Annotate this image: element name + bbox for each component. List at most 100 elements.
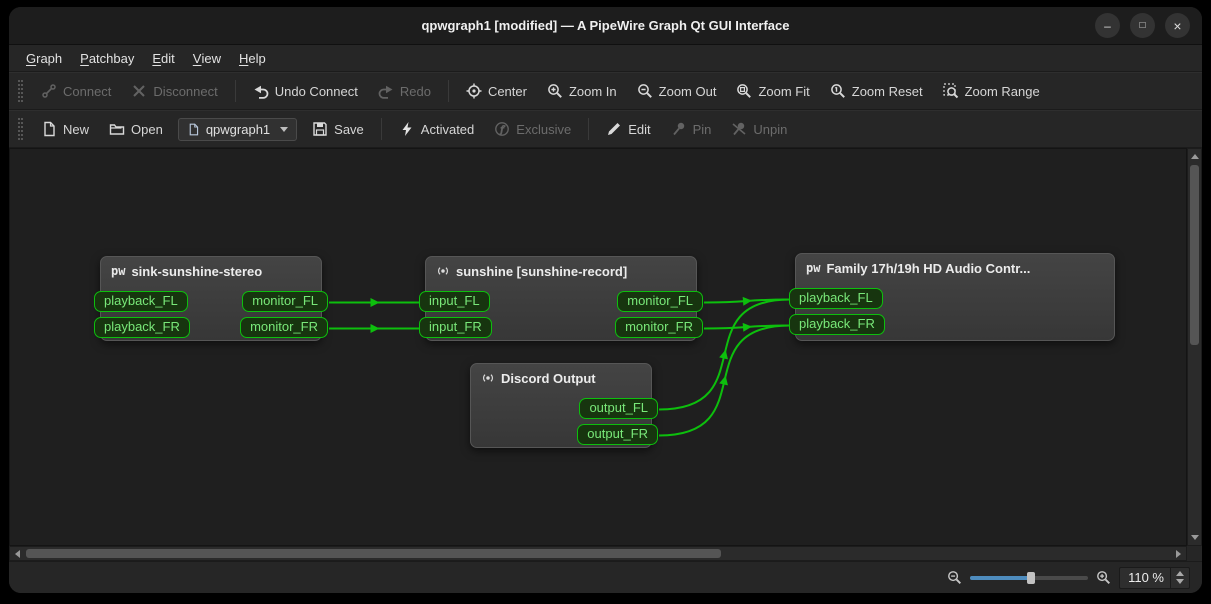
toolbar-drag-handle[interactable]: [18, 80, 23, 102]
dropdown-caret-icon: [280, 127, 288, 132]
zoom-out-button[interactable]: Zoom Out: [628, 78, 726, 104]
port-output[interactable]: output_FR: [577, 424, 658, 445]
zoom-slider[interactable]: [970, 570, 1088, 586]
graph-canvas[interactable]: pw sink-sunshine-stereo playback_FL play…: [9, 148, 1187, 546]
horizontal-scroll-thumb[interactable]: [26, 549, 721, 558]
zoom-in-label: Zoom In: [569, 84, 617, 99]
pipewire-icon: pw: [111, 264, 125, 278]
pin-label: Pin: [693, 122, 712, 137]
scroll-right-icon[interactable]: [1176, 550, 1181, 558]
center-button[interactable]: Center: [457, 78, 536, 104]
redo-label: Redo: [400, 84, 431, 99]
menu-edit[interactable]: Edit: [143, 45, 183, 71]
node-header: pw sink-sunshine-stereo: [101, 257, 321, 285]
edit-toggle[interactable]: Edit: [597, 116, 659, 142]
port-input[interactable]: playback_FR: [94, 317, 190, 338]
scroll-left-icon[interactable]: [15, 550, 20, 558]
new-patchbay-button[interactable]: New: [32, 116, 98, 142]
exclusive-icon: f: [494, 121, 510, 137]
port-input[interactable]: playback_FL: [789, 288, 883, 309]
menu-view[interactable]: View: [184, 45, 230, 71]
node-sunshine-record[interactable]: sunshine [sunshine-record] input_FL inpu…: [425, 256, 697, 341]
spin-up-icon[interactable]: [1176, 571, 1184, 576]
close-icon: ×: [1173, 19, 1181, 33]
record-icon: [481, 371, 495, 385]
activated-label: Activated: [421, 122, 474, 137]
menu-help-label-rest: elp: [248, 51, 265, 66]
activated-toggle[interactable]: Activated: [390, 116, 483, 142]
maximize-button[interactable]: □: [1130, 13, 1155, 38]
menu-edit-label: E: [152, 51, 161, 66]
menubar: Graph Patchbay Edit View Help: [9, 45, 1202, 72]
port-output[interactable]: monitor_FR: [240, 317, 328, 338]
exclusive-toggle[interactable]: f Exclusive: [485, 116, 580, 142]
patchbay-select-value: qpwgraph1: [206, 122, 270, 137]
zoom-fit-icon: [736, 83, 752, 99]
zoom-reset-button[interactable]: Zoom Reset: [821, 78, 932, 104]
pin-button[interactable]: Pin: [662, 116, 721, 142]
node-title: sunshine [sunshine-record]: [456, 264, 627, 279]
node-ports: playback_FL playback_FR monitor_FL monit…: [101, 285, 321, 338]
save-patchbay-button[interactable]: Save: [303, 116, 373, 142]
toolbar-drag-handle[interactable]: [18, 118, 23, 140]
zoom-range-button[interactable]: Zoom Range: [934, 78, 1049, 104]
node-ports: output_FL output_FR: [471, 392, 651, 445]
node-title: Family 17h/19h HD Audio Contr...: [826, 261, 1030, 276]
port-input[interactable]: playback_FL: [94, 291, 188, 312]
port-output[interactable]: monitor_FR: [615, 317, 703, 338]
undo-connect-label: Undo Connect: [275, 84, 358, 99]
zoom-out-icon: [637, 83, 653, 99]
menu-graph[interactable]: Graph: [17, 45, 71, 71]
node-sink-sunshine-stereo[interactable]: pw sink-sunshine-stereo playback_FL play…: [100, 256, 322, 341]
menu-patchbay[interactable]: Patchbay: [71, 45, 143, 71]
zoom-fit-label: Zoom Fit: [758, 84, 809, 99]
menu-view-label-rest: iew: [201, 51, 221, 66]
zoom-slider-handle[interactable]: [1027, 572, 1035, 584]
node-family-hd-audio[interactable]: pw Family 17h/19h HD Audio Contr... play…: [795, 253, 1115, 341]
zoom-reset-icon: [830, 83, 846, 99]
port-input[interactable]: input_FL: [419, 291, 490, 312]
edit-pencil-icon: [606, 121, 622, 137]
open-label: Open: [131, 122, 163, 137]
disconnect-button[interactable]: Disconnect: [122, 78, 226, 104]
new-label: New: [63, 122, 89, 137]
redo-icon: [378, 83, 394, 99]
svg-text:f: f: [500, 125, 506, 135]
unpin-button[interactable]: Unpin: [722, 116, 796, 142]
zoom-slider-fill: [970, 576, 1031, 580]
zoom-spinbox[interactable]: 110 %: [1119, 567, 1190, 589]
minimize-button[interactable]: –: [1095, 13, 1120, 38]
connection-cables: [10, 149, 1186, 545]
zoom-value: 110 %: [1128, 570, 1164, 585]
activated-lightning-icon: [399, 121, 415, 137]
undo-connect-button[interactable]: Undo Connect: [244, 78, 367, 104]
titlebar[interactable]: qpwgraph1 [modified] — A PipeWire Graph …: [9, 7, 1202, 45]
statusbar-zoom-in-icon[interactable]: [1096, 570, 1111, 585]
menu-patchbay-label-rest: atchbay: [89, 51, 135, 66]
connect-button[interactable]: Connect: [32, 78, 120, 104]
menu-view-label: V: [193, 51, 202, 66]
port-input[interactable]: playback_FR: [789, 314, 885, 335]
spin-down-icon[interactable]: [1176, 579, 1184, 584]
open-patchbay-button[interactable]: Open: [100, 116, 172, 142]
menu-help[interactable]: Help: [230, 45, 275, 71]
node-discord-output[interactable]: Discord Output output_FL output_FR: [470, 363, 652, 448]
unpin-icon: [731, 121, 747, 137]
port-output[interactable]: monitor_FL: [617, 291, 703, 312]
vertical-scrollbar[interactable]: [1187, 148, 1202, 546]
zoom-in-button[interactable]: Zoom In: [538, 78, 626, 104]
redo-button[interactable]: Redo: [369, 78, 440, 104]
port-input[interactable]: input_FR: [419, 317, 492, 338]
toolbar-separator: [381, 118, 382, 140]
close-button[interactable]: ×: [1165, 13, 1190, 38]
statusbar-zoom-out-icon[interactable]: [947, 570, 962, 585]
horizontal-scrollbar[interactable]: [9, 546, 1187, 561]
port-output[interactable]: monitor_FL: [242, 291, 328, 312]
patchbay-select[interactable]: qpwgraph1: [178, 118, 297, 141]
vertical-scroll-thumb[interactable]: [1190, 165, 1199, 345]
port-output[interactable]: output_FL: [579, 398, 658, 419]
zoom-fit-button[interactable]: Zoom Fit: [727, 78, 818, 104]
undo-icon: [253, 83, 269, 99]
scroll-down-icon[interactable]: [1191, 535, 1199, 540]
scroll-up-icon[interactable]: [1191, 154, 1199, 159]
